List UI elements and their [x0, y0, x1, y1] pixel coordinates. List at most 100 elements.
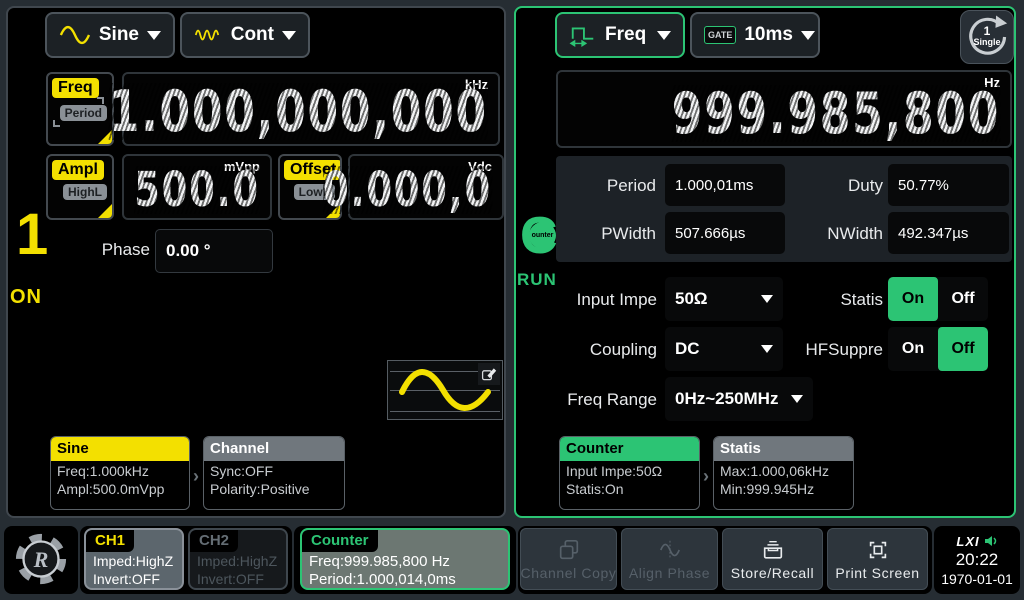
ch2-badge-title: CH2	[190, 530, 238, 552]
freq-range-value: 0Hz~250MHz	[675, 389, 778, 409]
system-status-block: LXI 20:22 1970-01-01	[934, 526, 1020, 594]
tab-channel[interactable]: Channel Sync:OFF Polarity:Positive	[203, 436, 345, 510]
store-recall-button[interactable]: Store/Recall	[722, 528, 823, 590]
align-phase-icon	[658, 538, 682, 562]
freq-range-label: Freq Range	[552, 390, 657, 410]
tab-sine-line1: Freq:1.000kHz	[51, 461, 189, 479]
tab-counter-line2: Statis:On	[560, 479, 699, 497]
corner-bracket-icon	[97, 97, 104, 104]
nwidth-value-box: 492.347µs	[888, 212, 1009, 254]
copy-icon	[557, 538, 581, 562]
sine-icon	[59, 24, 91, 46]
clock-date: 1970-01-01	[941, 571, 1013, 587]
single-label: Single	[961, 37, 1013, 47]
tab-counter[interactable]: Counter Input Impe:50Ω Statis:On	[559, 436, 700, 510]
freq-range-select[interactable]: 0Hz~250MHz	[665, 377, 813, 421]
chevron-down-icon	[657, 31, 671, 40]
chevron-down-icon	[282, 31, 296, 40]
corner-bracket-icon	[53, 120, 60, 127]
counter-reading-value: 999.985,800	[672, 85, 1000, 142]
freq-value-display[interactable]: kHz 1.000,000,000	[122, 72, 500, 146]
tab-sine[interactable]: Sine Freq:1.000kHz Ampl:500.0mVpp	[50, 436, 190, 510]
tab-sine-title: Sine	[51, 437, 189, 461]
ampl-param-selector[interactable]: Ampl HighL	[46, 154, 114, 220]
counter-run-state: RUN	[517, 270, 557, 290]
duty-value: 50.77%	[898, 177, 949, 194]
edit-waveform-button[interactable]	[478, 363, 500, 385]
ampl-value-display[interactable]: mVpp 500.0	[122, 154, 272, 220]
bottom-buttons-cell: Channel Copy Align Phase Store/Recall Pr…	[518, 526, 932, 594]
input-impedance-value: 50Ω	[675, 289, 708, 309]
offset-value: 0.000,0	[323, 166, 492, 214]
tab-statis[interactable]: Statis Max:1.000,06kHz Min:999.945Hz	[713, 436, 854, 510]
tab-counter-line1: Input Impe:50Ω	[560, 461, 699, 479]
nwidth-value: 492.347µs	[898, 225, 968, 242]
ch2-status-badge[interactable]: CH2 Imped:HighZ Invert:OFF	[188, 528, 288, 590]
waveform-preview[interactable]	[387, 360, 503, 420]
hf-suppress-on-button[interactable]: On	[888, 327, 938, 371]
tab-statis-line1: Max:1.000,06kHz	[714, 461, 853, 479]
print-screen-button[interactable]: Print Screen	[827, 528, 928, 590]
waveform-select[interactable]: Sine	[45, 12, 175, 58]
statis-on-button[interactable]: On	[888, 277, 938, 321]
statis-off-button[interactable]: Off	[938, 277, 988, 321]
coupling-value: DC	[675, 339, 700, 359]
offset-value-display[interactable]: Vdc 0.000,0	[348, 154, 504, 220]
period-value: 1.000,01ms	[675, 177, 753, 194]
print-screen-icon	[866, 538, 890, 562]
logo-letter: R	[33, 547, 49, 572]
hf-suppress-toggle: On Off	[888, 327, 988, 371]
hf-suppress-off-button[interactable]: Off	[938, 327, 988, 371]
chevron-down-icon	[791, 395, 803, 403]
pencil-edit-icon	[481, 366, 497, 382]
tab-statis-line2: Min:999.945Hz	[714, 479, 853, 497]
run-mode-select-label: Cont	[231, 24, 274, 46]
counter-mode-label: Freq	[605, 24, 646, 46]
counter-mode-select[interactable]: Freq	[555, 12, 685, 58]
statis-label: Statis	[778, 290, 883, 310]
waveform-select-label: Sine	[99, 24, 139, 46]
ch2-badge-line1: Imped:HighZ	[197, 553, 277, 569]
continuous-wave-icon	[194, 24, 223, 46]
tab-separator-chevron-icon: ›	[193, 466, 199, 487]
phase-value: 0.00 °	[166, 241, 211, 261]
counter-status-badge[interactable]: Counter Freq:999.985,800 Hz Period:1.000…	[300, 528, 510, 590]
single-trigger-button[interactable]: 1 Single	[960, 10, 1014, 64]
counter-reading-display: Hz 999.985,800	[556, 70, 1012, 148]
input-impedance-select[interactable]: 50Ω	[665, 277, 783, 321]
tab-channel-title: Channel	[204, 437, 344, 461]
single-count: 1	[961, 24, 1013, 38]
chevron-down-icon	[801, 31, 815, 40]
ampl-value: 500.0	[134, 166, 260, 214]
nwidth-label: NWidth	[783, 224, 883, 244]
period-label: Period	[556, 176, 656, 196]
phase-input[interactable]: 0.00 °	[155, 229, 273, 273]
counter-badge-title: Counter	[302, 530, 378, 552]
pwidth-value: 507.666µs	[675, 225, 745, 242]
counter-panel: Freq GATE 10ms 1 Single C ounter RUN Hz …	[514, 6, 1016, 518]
run-mode-select[interactable]: Cont	[180, 12, 310, 58]
align-phase-label: Align Phase	[629, 565, 710, 581]
freq-param-selector[interactable]: Freq Period	[46, 72, 114, 146]
pwidth-value-box: 507.666µs	[665, 212, 785, 254]
channel-copy-button[interactable]: Channel Copy	[520, 528, 617, 590]
coupling-select[interactable]: DC	[665, 327, 783, 371]
ch1-badge-line2: Invert:OFF	[93, 571, 160, 587]
lxi-logo: LXI	[956, 534, 979, 549]
ampl-label: Ampl	[52, 160, 104, 180]
gate-time-select[interactable]: GATE 10ms	[690, 12, 820, 58]
store-recall-label: Store/Recall	[731, 565, 814, 581]
system-menu-button[interactable]: R	[4, 526, 78, 594]
gear-logo-icon: R	[13, 531, 69, 587]
align-phase-button[interactable]: Align Phase	[621, 528, 718, 590]
print-screen-label: Print Screen	[835, 565, 919, 581]
ch1-status-badge[interactable]: CH1 Imped:HighZ Invert:OFF	[84, 528, 184, 590]
counter-badge-line1: Freq:999.985,800 Hz	[309, 553, 450, 570]
highlevel-alt-label: HighL	[63, 184, 107, 200]
tab-channel-line1: Sync:OFF	[204, 461, 344, 479]
clock-time: 20:22	[956, 550, 999, 570]
tab-sine-line2: Ampl:500.0mVpp	[51, 479, 189, 497]
tab-counter-title: Counter	[560, 437, 699, 461]
knob-corner-icon	[97, 203, 113, 219]
store-recall-icon	[761, 538, 785, 562]
